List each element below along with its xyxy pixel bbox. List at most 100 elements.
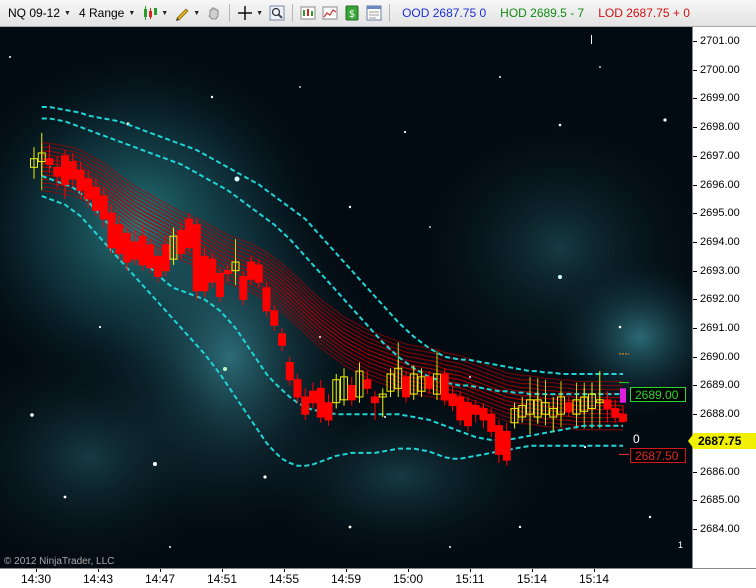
time-axis[interactable]: 14:30 14:43 14:47 14:51 14:55 14:59 15:00 15:11… bbox=[0, 568, 756, 588]
price-tick-mark bbox=[693, 500, 697, 502]
time-tick-label: 15:14 bbox=[578, 572, 610, 586]
price-tick-label: 2693.00 bbox=[700, 264, 740, 277]
bar-type-selector[interactable]: 4 Range ▼ bbox=[75, 3, 139, 23]
position-zero-label: 0 bbox=[633, 432, 640, 446]
price-panel[interactable] bbox=[0, 27, 692, 568]
time-tick-label: 14:51 bbox=[206, 572, 238, 586]
down-bar bbox=[464, 402, 472, 427]
draw-pencil-icon[interactable] bbox=[173, 4, 191, 22]
time-tick-label: 15:11 bbox=[455, 572, 485, 586]
price-tick-label: 2694.00 bbox=[700, 235, 740, 248]
ood-readout: OOD 2687.75 0 bbox=[402, 6, 487, 20]
price-markers bbox=[619, 353, 629, 455]
price-tick-mark bbox=[693, 299, 697, 301]
price-tick-mark bbox=[693, 356, 697, 358]
price-chart bbox=[30, 106, 629, 467]
ribbon-line bbox=[41, 146, 623, 387]
down-bar bbox=[177, 229, 186, 254]
price-tick-label: 2699.00 bbox=[700, 92, 740, 105]
chart-window: { "toolbar": { "instrument": "NQ 09-12",… bbox=[0, 0, 756, 588]
down-bar bbox=[301, 396, 310, 415]
ribbon-line bbox=[41, 170, 623, 411]
chevron-down-icon[interactable]: ▼ bbox=[193, 10, 200, 17]
down-bar bbox=[316, 387, 325, 418]
down-bar bbox=[502, 430, 511, 461]
price-tick-mark bbox=[693, 155, 697, 157]
down-bar bbox=[487, 413, 496, 432]
price-tick-label: 2700.00 bbox=[700, 63, 740, 76]
down-bar bbox=[130, 241, 139, 260]
price-tick-label: 2695.00 bbox=[700, 207, 740, 220]
price-tick-label: 2691.00 bbox=[700, 322, 740, 335]
ribbon-line bbox=[41, 174, 623, 415]
chevron-down-icon[interactable]: ▼ bbox=[161, 10, 168, 17]
chevron-down-icon[interactable]: ▼ bbox=[256, 10, 263, 17]
price-tick-label: 2690.00 bbox=[700, 350, 740, 363]
down-bar bbox=[115, 224, 124, 254]
price-tick-label: 2688.00 bbox=[700, 408, 740, 421]
down-bar bbox=[278, 333, 286, 346]
time-tick-label: 14:59 bbox=[330, 572, 362, 586]
down-bar bbox=[262, 287, 271, 312]
price-axis[interactable]: 2701.00 2700.00 2699.00 2698.00 2697.00 2696.… bbox=[692, 27, 756, 568]
hod-readout: HOD 2689.5 - 7 bbox=[500, 6, 585, 20]
down-bar bbox=[471, 405, 480, 415]
down-bar bbox=[564, 402, 573, 412]
properties-icon[interactable] bbox=[365, 4, 383, 22]
down-bar bbox=[254, 264, 263, 283]
down-bar bbox=[61, 155, 69, 186]
price-tick-mark bbox=[693, 98, 697, 100]
down-bar bbox=[161, 244, 170, 272]
down-bar bbox=[192, 224, 201, 292]
price-tick-label: 2701.00 bbox=[700, 35, 740, 47]
price-tick-mark bbox=[693, 385, 697, 387]
strategies-icon[interactable]: $ bbox=[343, 4, 361, 22]
price-tick-mark bbox=[693, 69, 697, 71]
time-tick-label: 14:30 bbox=[20, 572, 52, 586]
time-tick-label: 15:00 bbox=[392, 572, 424, 586]
chart-style-icon[interactable] bbox=[141, 4, 159, 22]
magnifier-icon[interactable] bbox=[268, 4, 286, 22]
chart-toolbar: NQ 09-12 ▼ 4 Range ▼ ▼ ▼ ▼ $ OOD 2687.75… bbox=[0, 0, 756, 27]
price-tick-mark bbox=[693, 328, 697, 330]
down-bar bbox=[425, 376, 434, 389]
down-bar bbox=[285, 362, 294, 381]
price-tick-label: 2698.00 bbox=[700, 121, 740, 134]
price-tick-label: 2684.00 bbox=[700, 523, 740, 535]
price-tick-label: 2696.00 bbox=[700, 178, 740, 191]
price-tick-label: 2689.00 bbox=[700, 379, 740, 392]
down-bar bbox=[99, 195, 108, 220]
instrument-selector[interactable]: NQ 09-12 ▼ bbox=[4, 3, 75, 23]
down-bar bbox=[53, 166, 62, 177]
down-bar bbox=[448, 393, 457, 407]
down-bar bbox=[84, 178, 93, 200]
data-box-icon[interactable] bbox=[299, 4, 317, 22]
down-bar bbox=[247, 261, 255, 280]
time-tick-label: 14:55 bbox=[268, 572, 300, 586]
down-bar bbox=[456, 396, 465, 421]
price-tick-mark bbox=[693, 241, 697, 243]
price-tick-label: 2692.00 bbox=[700, 293, 740, 306]
price-tick-mark bbox=[693, 529, 697, 530]
bar-type-label: 4 Range bbox=[78, 6, 125, 20]
down-bar bbox=[363, 379, 372, 389]
ribbon-line bbox=[41, 154, 623, 395]
instrument-label: NQ 09-12 bbox=[8, 6, 61, 20]
hod-price-label: 2689.00 bbox=[630, 387, 686, 402]
hand-pan-icon[interactable] bbox=[205, 4, 223, 22]
down-bar bbox=[619, 413, 627, 422]
down-bar bbox=[371, 396, 379, 404]
down-bar bbox=[68, 161, 77, 180]
price-tick-mark bbox=[693, 213, 697, 215]
svg-text:$: $ bbox=[349, 9, 355, 20]
crosshair-icon[interactable] bbox=[236, 4, 254, 22]
current-bar-marker bbox=[620, 388, 626, 403]
down-bar bbox=[611, 407, 620, 418]
indicators-icon[interactable] bbox=[321, 4, 339, 22]
down-bar bbox=[138, 235, 147, 266]
down-bar bbox=[107, 212, 116, 249]
down-bar bbox=[146, 244, 155, 269]
toolbar-separator bbox=[292, 4, 294, 22]
down-bar bbox=[223, 270, 232, 275]
down-bar bbox=[154, 255, 162, 277]
